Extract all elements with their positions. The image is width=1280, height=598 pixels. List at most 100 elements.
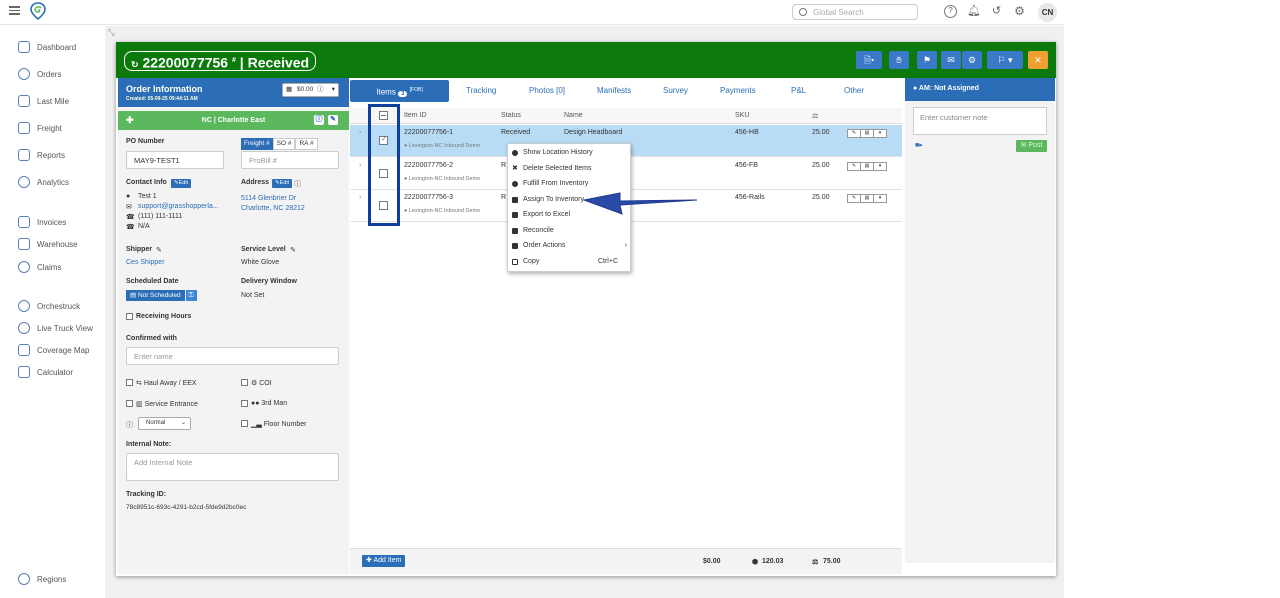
- calculator-icon: ▦: [286, 86, 293, 93]
- probill-input[interactable]: ProBill #: [241, 151, 339, 169]
- scheduled-date-control[interactable]: ▤ Not Scheduled ⚿: [126, 290, 197, 301]
- row-actions[interactable]: ✎ ▤ ▾: [847, 194, 887, 203]
- internal-note-textarea[interactable]: Add Internal Note: [126, 453, 339, 481]
- column-header-status[interactable]: Status: [501, 112, 521, 119]
- sidebar-item-last-mile[interactable]: Last Mile: [18, 94, 69, 108]
- info-icon[interactable]: ⓘ: [294, 179, 301, 189]
- info-icon[interactable]: ⓘ: [314, 115, 324, 125]
- tracking-id-value: 78c8951c-693c-4291-b2cd-5fde9d2bc0ec: [126, 504, 247, 511]
- expand-row-icon[interactable]: ›: [359, 194, 361, 201]
- app-logo-icon[interactable]: [30, 2, 46, 20]
- edit-address-button[interactable]: ✎Edit: [272, 179, 293, 188]
- expand-row-icon[interactable]: ›: [359, 129, 361, 136]
- sidebar-item-live-truck-view[interactable]: Live Truck View: [18, 321, 93, 335]
- menu-item-copy[interactable]: Copy Ctrl+C: [508, 255, 632, 269]
- edit-icon[interactable]: ✎: [848, 195, 861, 202]
- avatar[interactable]: CN: [1038, 3, 1057, 22]
- flag-button[interactable]: ⚑: [917, 51, 937, 69]
- history-icon[interactable]: ↺: [990, 5, 1003, 18]
- sidebar-item-claims[interactable]: Claims: [18, 260, 61, 274]
- haul-away-checkbox[interactable]: [126, 379, 133, 386]
- hand-button[interactable]: ✋︎: [889, 51, 909, 69]
- edit-icon[interactable]: ✎: [848, 163, 861, 170]
- sidebar-item-coverage-map[interactable]: Coverage Map: [18, 343, 89, 357]
- sidebar-item-reports[interactable]: Reports: [18, 148, 65, 162]
- chevron-down-icon[interactable]: ▾: [874, 130, 886, 137]
- key-icon[interactable]: ⚿: [185, 290, 197, 301]
- column-header-item-id[interactable]: Item ID: [404, 112, 427, 119]
- chevron-down-icon[interactable]: ▾: [874, 163, 886, 170]
- menu-item-show-location-history[interactable]: Show Location History: [508, 146, 632, 160]
- tab-freight-number[interactable]: Freight #: [241, 138, 273, 150]
- truck-icon[interactable]: ■▸: [915, 141, 923, 149]
- tab-tracking[interactable]: Tracking: [466, 86, 496, 95]
- add-icon[interactable]: ✚: [126, 111, 134, 130]
- edit-icon[interactable]: ✎: [328, 115, 338, 125]
- hamburger-menu-icon[interactable]: [9, 6, 20, 15]
- sidebar-item-analytics[interactable]: Analytics: [18, 175, 69, 189]
- shipper-link[interactable]: Ces Shipper: [126, 259, 165, 266]
- global-search-input[interactable]: Global Search: [792, 4, 918, 20]
- sidebar-item-freight[interactable]: Freight: [18, 121, 62, 135]
- receiving-hours-checkbox[interactable]: [126, 313, 133, 320]
- service-entrance-checkbox[interactable]: [126, 400, 133, 407]
- tab-ra-number[interactable]: RA #: [295, 138, 318, 150]
- address-line2-link[interactable]: Charlotte, NC 28212: [241, 205, 305, 212]
- sidebar-item-orders[interactable]: Orders: [18, 67, 61, 81]
- help-icon[interactable]: ?: [944, 5, 957, 18]
- address-line1-link[interactable]: 5114 Glenbrier Dr: [241, 195, 296, 202]
- edit-icon[interactable]: ✎: [848, 130, 861, 137]
- menu-item-reconcile[interactable]: Reconcile: [508, 224, 632, 238]
- price-dropdown[interactable]: ▦ $0.00 ⓘ ▾: [282, 83, 339, 97]
- total-cube: 120.03: [762, 558, 784, 565]
- edit-contact-button[interactable]: ✎Edit: [171, 179, 192, 188]
- menu-item-order-actions[interactable]: Order Actions ›: [508, 239, 632, 253]
- sidebar-item-calculator[interactable]: Calculator: [18, 365, 73, 379]
- email-button[interactable]: ✉: [941, 51, 961, 69]
- row-actions[interactable]: ✎ ▤ ▾: [847, 162, 887, 171]
- route-dropdown-button[interactable]: ⚐ ▾: [987, 51, 1023, 69]
- column-header-sku[interactable]: SKU: [735, 112, 749, 119]
- column-header-name[interactable]: Name: [564, 112, 583, 119]
- tab-so-number[interactable]: SO #: [272, 138, 296, 150]
- tab-photos[interactable]: Photos [0]: [529, 86, 565, 95]
- grid-icon[interactable]: ▤: [861, 195, 874, 202]
- expand-row-icon[interactable]: ›: [359, 162, 361, 169]
- sidebar-item-warehouse[interactable]: Warehouse: [18, 237, 78, 251]
- grid-icon[interactable]: ▤: [861, 130, 874, 137]
- post-button[interactable]: ✉ Post: [1016, 140, 1047, 152]
- edit-shipper-icon[interactable]: ✎: [156, 246, 162, 254]
- priority-select[interactable]: Normal ⌄: [138, 417, 191, 430]
- grid-icon[interactable]: ▤: [861, 163, 874, 170]
- sidebar-item-orchestruck[interactable]: Orchestruck: [18, 299, 80, 313]
- document-dropdown-button[interactable]: 🗎︎▾: [856, 51, 882, 69]
- bell-icon[interactable]: 🔔︎: [967, 5, 981, 18]
- sidebar-item-regions[interactable]: Regions: [18, 572, 66, 586]
- tab-survey[interactable]: Survey: [663, 86, 688, 95]
- floor-number-checkbox[interactable]: [241, 420, 248, 427]
- tab-payments[interactable]: Payments: [720, 86, 756, 95]
- tab-manifests[interactable]: Manifests: [597, 86, 631, 95]
- close-button[interactable]: ✕: [1028, 51, 1048, 69]
- customer-note-textarea[interactable]: Enter customer note: [913, 107, 1047, 135]
- gear-icon[interactable]: ⚙: [1013, 5, 1026, 18]
- sidebar-item-invoices[interactable]: Invoices: [18, 215, 66, 229]
- tab-pl[interactable]: P&L: [791, 86, 806, 95]
- tab-other[interactable]: Other: [844, 86, 864, 95]
- menu-item-delete-selected-items[interactable]: ✖ Delete Selected Items: [508, 162, 632, 176]
- refresh-icon[interactable]: ↻: [131, 60, 139, 70]
- coi-checkbox[interactable]: [241, 379, 248, 386]
- contact-email-link[interactable]: support@grasshopperla...: [138, 203, 219, 210]
- confirmed-with-input[interactable]: Enter name: [126, 347, 339, 365]
- edit-service-icon[interactable]: ✎: [290, 246, 296, 254]
- expand-icon[interactable]: ⤡: [108, 28, 114, 38]
- weight-column-icon[interactable]: ⚖: [812, 112, 818, 120]
- po-number-input[interactable]: MAY9-TEST1: [126, 151, 224, 169]
- chevron-down-icon[interactable]: ▾: [874, 195, 886, 202]
- tab-items[interactable]: Items 3 [FOB]: [350, 80, 449, 102]
- settings-button[interactable]: ⚙: [962, 51, 982, 69]
- sidebar-item-dashboard[interactable]: Dashboard: [18, 40, 76, 54]
- row-actions[interactable]: ✎ ▤ ▾: [847, 129, 887, 138]
- third-man-checkbox[interactable]: [241, 400, 248, 407]
- add-item-button[interactable]: ✚ Add Item: [362, 555, 406, 567]
